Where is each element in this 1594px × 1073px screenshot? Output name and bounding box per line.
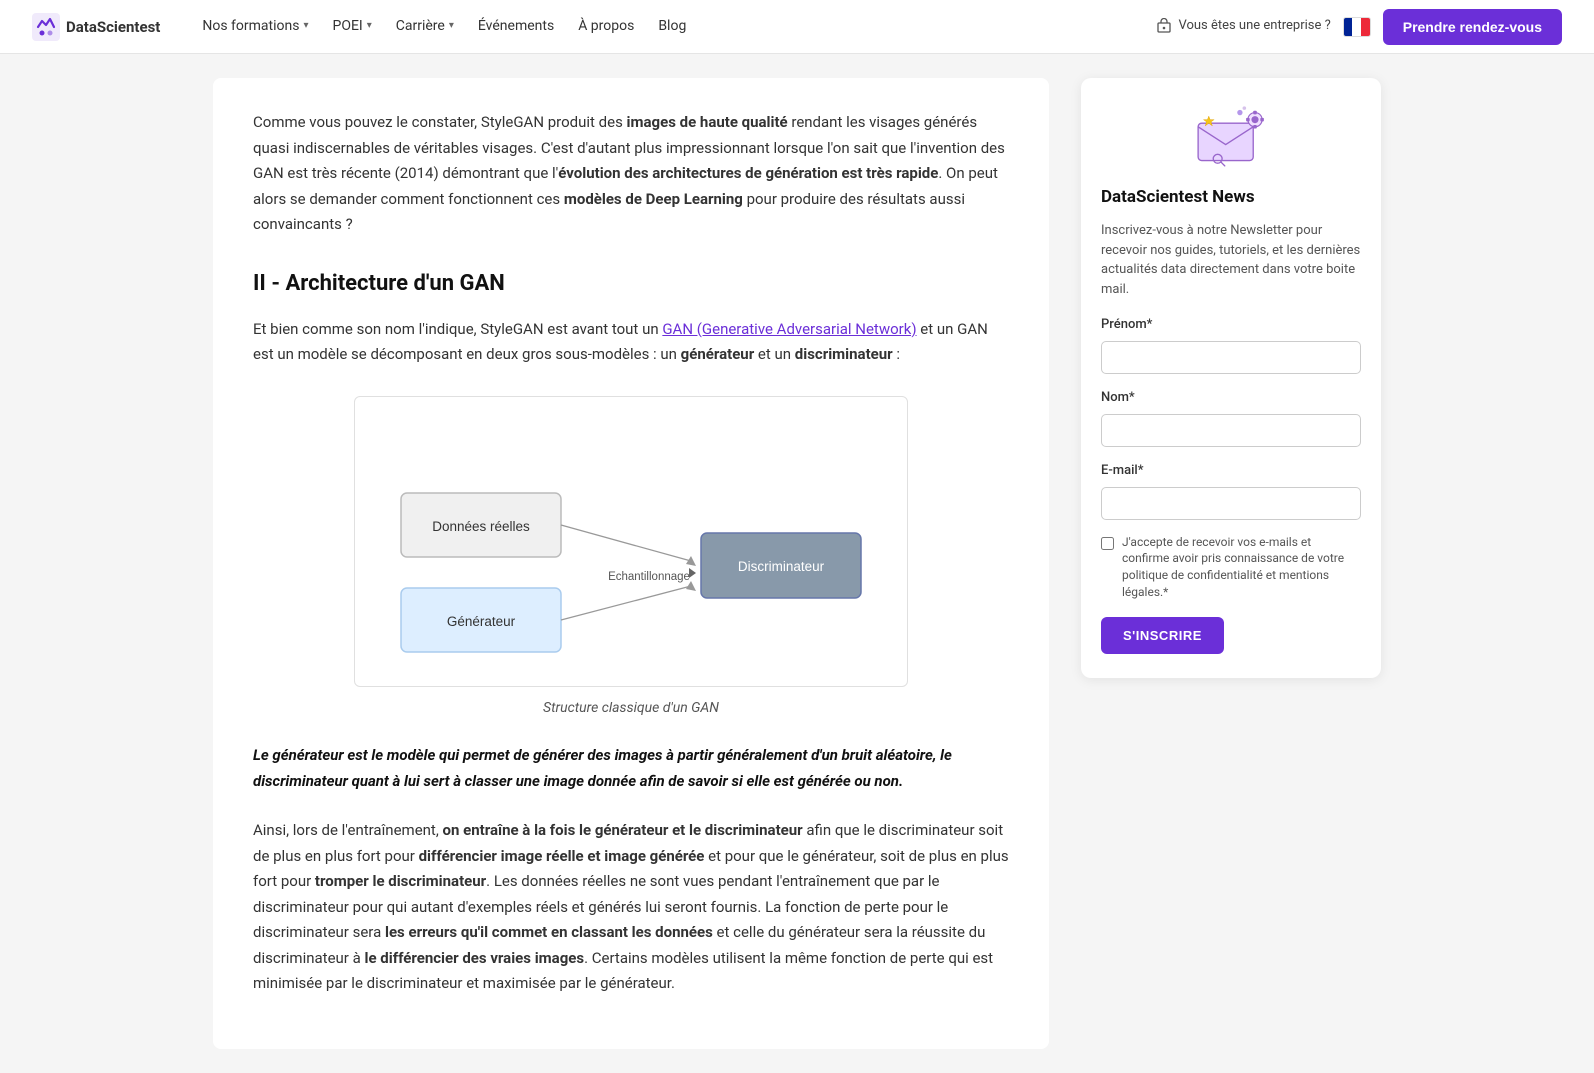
cta-button[interactable]: Prendre rendez-vous bbox=[1383, 9, 1562, 45]
svg-text:Discriminateur: Discriminateur bbox=[738, 559, 825, 574]
svg-text:Echantillonnage: Echantillonnage bbox=[608, 571, 690, 583]
consent-group: J'accepte de recevoir vos e-mails et con… bbox=[1101, 534, 1361, 601]
sidebar: DataScientest News Inscrivez-vous à notr… bbox=[1081, 78, 1381, 678]
newsletter-icon bbox=[1191, 102, 1271, 172]
consent-label: J'accepte de recevoir vos e-mails et con… bbox=[1122, 534, 1361, 601]
nom-label: Nom* bbox=[1101, 388, 1361, 409]
page-wrapper: Comme vous pouvez le constater, StyleGAN… bbox=[197, 54, 1397, 1073]
nav-evenements[interactable]: Événements bbox=[468, 9, 564, 43]
enterprise-icon bbox=[1156, 18, 1172, 34]
formations-chevron-icon: ▾ bbox=[303, 18, 308, 34]
subscribe-button[interactable]: S'INSCRIRE bbox=[1101, 617, 1224, 654]
nav-apropos[interactable]: À propos bbox=[568, 9, 644, 43]
enterprise-link[interactable]: Vous êtes une entreprise ? bbox=[1156, 16, 1330, 37]
prenom-label: Prénom* bbox=[1101, 315, 1361, 336]
gan-link[interactable]: GAN (Generative Adversarial Network) bbox=[662, 320, 916, 338]
prenom-input[interactable] bbox=[1101, 341, 1361, 374]
diagram-svg-wrapper: Données réelles Générateur Echantillonna… bbox=[354, 396, 908, 687]
newsletter-title: DataScientest News bbox=[1101, 184, 1361, 211]
nav-right: Vous êtes une entreprise ? Prendre rende… bbox=[1156, 9, 1562, 45]
email-group: E-mail* bbox=[1101, 461, 1361, 520]
flag-fr[interactable] bbox=[1343, 17, 1371, 37]
prenom-group: Prénom* bbox=[1101, 315, 1361, 374]
main-content: Comme vous pouvez le constater, StyleGAN… bbox=[213, 78, 1049, 1049]
section-heading: II - Architecture d'un GAN bbox=[253, 266, 1009, 301]
nav-carriere[interactable]: Carrière ▾ bbox=[386, 9, 464, 43]
nav-links: Nos formations ▾ POEI ▾ Carrière ▾ Événe… bbox=[192, 9, 1148, 43]
newsletter-desc: Inscrivez-vous à notre Newsletter pour r… bbox=[1101, 221, 1361, 299]
poei-chevron-icon: ▾ bbox=[367, 18, 372, 34]
training-paragraph: Ainsi, lors de l'entraînement, on entraî… bbox=[253, 818, 1009, 997]
logo-link[interactable]: DataScientest bbox=[32, 13, 160, 41]
diagram-container: Données réelles Générateur Echantillonna… bbox=[253, 396, 1009, 719]
email-label: E-mail* bbox=[1101, 461, 1361, 482]
nom-group: Nom* bbox=[1101, 388, 1361, 447]
italic-bold-block: Le générateur est le modèle qui permet d… bbox=[253, 743, 1009, 794]
consent-checkbox[interactable] bbox=[1101, 537, 1114, 550]
svg-text:Données réelles: Données réelles bbox=[432, 519, 530, 534]
gan-diagram: Données réelles Générateur Echantillonna… bbox=[371, 413, 891, 663]
logo-icon bbox=[32, 13, 60, 41]
nav-formations[interactable]: Nos formations ▾ bbox=[192, 9, 318, 43]
svg-text:Générateur: Générateur bbox=[447, 614, 516, 629]
carriere-chevron-icon: ▾ bbox=[449, 18, 454, 34]
brand-name: DataScientest bbox=[66, 15, 160, 39]
newsletter-card: DataScientest News Inscrivez-vous à notr… bbox=[1081, 78, 1381, 678]
diagram-caption: Structure classique d'un GAN bbox=[543, 697, 719, 719]
nav-blog[interactable]: Blog bbox=[648, 9, 696, 43]
gan-intro-paragraph: Et bien comme son nom l'indique, StyleGA… bbox=[253, 317, 1009, 368]
nom-input[interactable] bbox=[1101, 414, 1361, 447]
navbar: DataScientest Nos formations ▾ POEI ▾ Ca… bbox=[0, 0, 1594, 54]
newsletter-icon-area bbox=[1101, 102, 1361, 172]
nav-poei[interactable]: POEI ▾ bbox=[323, 9, 382, 43]
intro-paragraph: Comme vous pouvez le constater, StyleGAN… bbox=[253, 110, 1009, 238]
email-input[interactable] bbox=[1101, 487, 1361, 520]
